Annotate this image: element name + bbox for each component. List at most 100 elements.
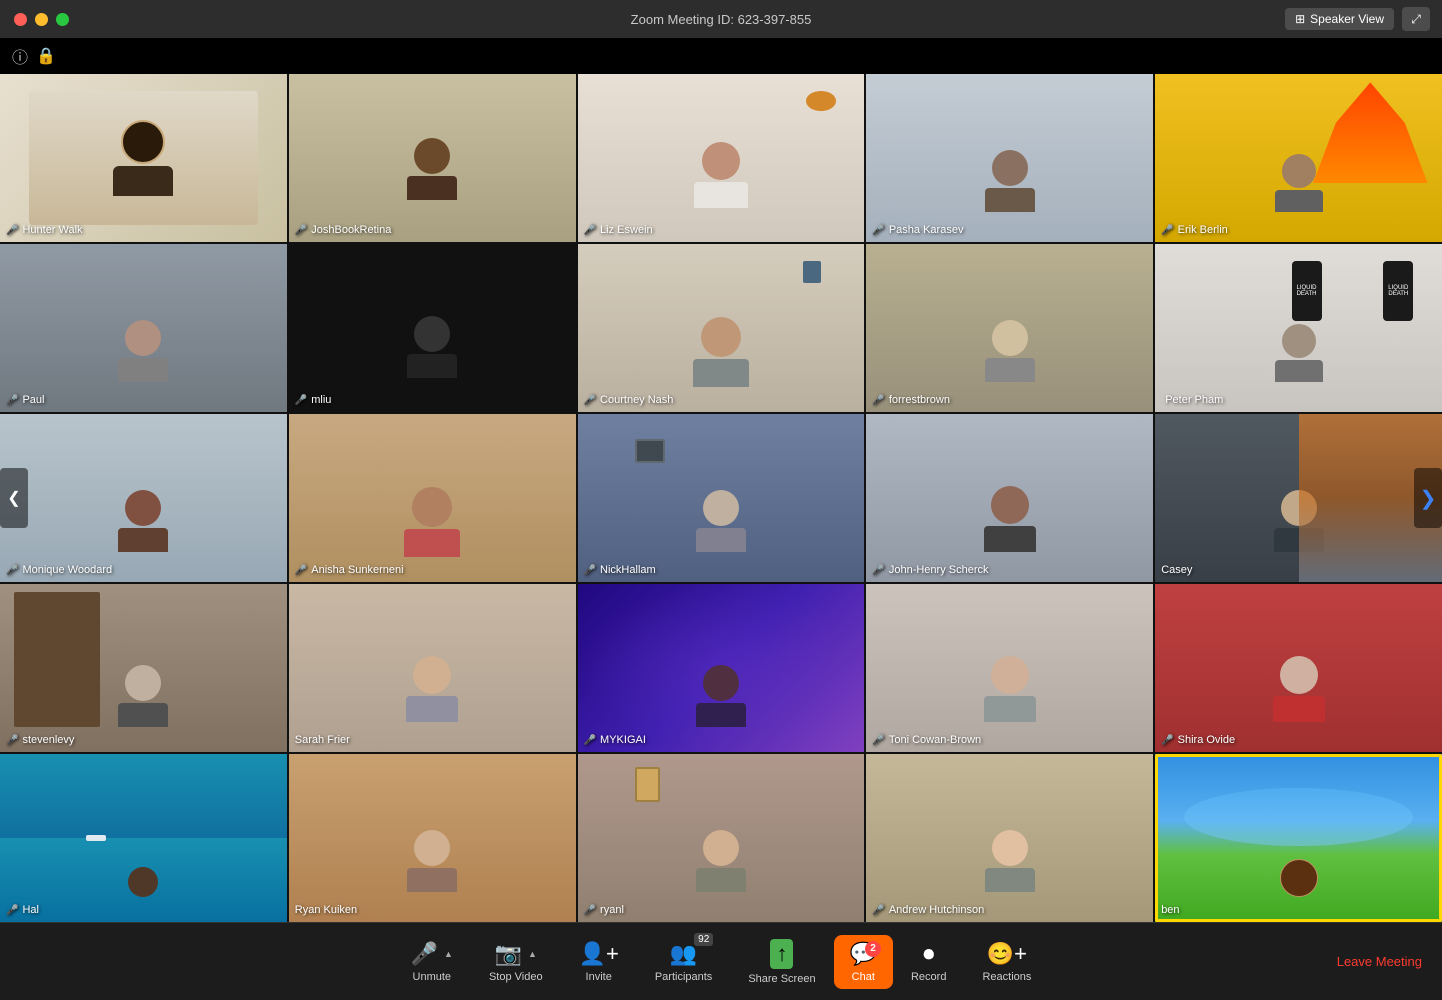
invite-icon: 👤+ [579,941,619,967]
share-screen-label: Share Screen [748,973,815,985]
close-button[interactable] [14,13,27,26]
participant-cell: 🎤 mliu [289,244,576,412]
expand-icon: ⤢ [1411,12,1421,27]
toolbar: 🎤 ▲ Unmute 📷 ▲ Stop Video 👤+ Invite 👥 92… [0,922,1442,1000]
mute-indicator: 🎤 [6,905,18,916]
participant-name: 🎤 ryanl [584,904,624,916]
leave-meeting-button[interactable]: Leave Meeting [1337,954,1422,969]
participant-name: 🎤 Monique Woodard [6,564,112,576]
unmute-label: Unmute [413,971,452,983]
participant-name: Ryan Kuiken [295,904,357,916]
minimize-button[interactable] [35,13,48,26]
mute-indicator: 🎤 [6,395,18,406]
participant-name: 🎤 Hunter Walk [6,224,83,236]
window-controls [14,13,69,26]
participant-name: 🎤 Liz Eswein [584,224,653,236]
video-icon: 📷 [495,941,522,967]
mute-indicator: 🎤 [872,395,884,406]
participant-cell: 🎤 MYKIGAI [578,584,865,752]
participant-cell: 🎤 Liz Eswein [578,74,865,242]
reactions-button[interactable]: 😊+ Reactions [964,941,1049,983]
stop-video-label: Stop Video [489,971,543,983]
mute-indicator: 🎤 [6,225,18,236]
video-caret[interactable]: ▲ [528,949,537,959]
mute-indicator: 🎤 [872,225,884,236]
reactions-icon: 😊+ [987,941,1027,967]
participant-name: 🎤 MYKIGAI [584,734,646,746]
participant-cell: 🎤 Pasha Karasev [866,74,1153,242]
prev-page-button[interactable]: ❮ [0,468,28,528]
reactions-label: Reactions [982,971,1031,983]
participant-cell: 🎤 Monique Woodard [0,414,287,582]
lock-icon: 🔒 [36,46,56,66]
fullscreen-button[interactable]: ⤢ [1402,7,1430,31]
share-screen-icon: ↑ [770,939,793,969]
mute-indicator: 🎤 [1161,735,1173,746]
info-icon: ⓘ [12,44,28,68]
participant-name: 🎤 John-Henry Scherck [872,564,988,576]
mute-indicator: 🎤 [584,905,596,916]
microphone-muted-icon: 🎤 [411,941,438,967]
participant-name: 🎤 forrestbrown [872,394,950,406]
participant-cell: 🎤 Erik Berlin [1155,74,1442,242]
participant-cell: 🎤 Hunter Walk [0,74,287,242]
participant-grid: 🎤 Hunter Walk 🎤 JoshBookRetina [0,74,1442,922]
participant-cell: 🎤 Shira Ovide [1155,584,1442,752]
info-row: ⓘ 🔒 [0,38,1442,74]
participant-name: 🎤 Hal [6,904,39,916]
participants-icon: 👥 [670,941,697,967]
participant-name: Peter Pham [1161,394,1223,406]
meeting-title: Zoom Meeting ID: 623-397-855 [631,12,812,27]
participants-button[interactable]: 👥 92 Participants [637,941,730,983]
speaker-view-label: Speaker View [1310,12,1384,26]
participant-cell: 🎤 stevenlevy [0,584,287,752]
participant-cell: 🎤 Paul [0,244,287,412]
invite-label: Invite [586,971,612,983]
record-label: Record [911,971,946,983]
speaker-view-button[interactable]: ⊞ Speaker View [1285,8,1394,30]
participant-cell: Casey [1155,414,1442,582]
participant-cell-highlighted: ben [1155,754,1442,922]
titlebar: Zoom Meeting ID: 623-397-855 ⊞ Speaker V… [0,0,1442,38]
participant-name: 🎤 Erik Berlin [1161,224,1228,236]
participant-name: 🎤 NickHallam [584,564,656,576]
unmute-caret[interactable]: ▲ [444,949,453,959]
participant-cell: Ryan Kuiken [289,754,576,922]
invite-button[interactable]: 👤+ Invite [561,941,637,983]
mute-indicator: 🎤 [295,395,307,406]
record-button[interactable]: ⏺ Record [893,941,964,983]
participant-cell: 🎤 Andrew Hutchinson [866,754,1153,922]
participant-name: 🎤 Toni Cowan-Brown [872,734,981,746]
participant-name: 🎤 Courtney Nash [584,394,674,406]
participant-name: 🎤 JoshBookRetina [295,224,392,236]
mute-indicator: 🎤 [295,225,307,236]
chat-badge: 2 [865,941,881,957]
participant-cell: 🎤 Hal [0,754,287,922]
record-icon: ⏺ [923,941,934,967]
participant-name: 🎤 mliu [295,394,332,406]
chevron-left-icon: ❮ [7,488,20,508]
chevron-right-icon: ❯ [1420,486,1437,511]
mute-indicator: 🎤 [872,905,884,916]
participant-name: 🎤 Andrew Hutchinson [872,904,984,916]
speaker-view-icon: ⊞ [1295,12,1305,26]
participant-cell: 🎤 forrestbrown [866,244,1153,412]
mute-indicator: 🎤 [584,225,596,236]
share-screen-button[interactable]: ↑ Share Screen [730,939,833,985]
participants-count: 92 [694,933,713,946]
next-page-button[interactable]: ❯ [1414,468,1442,528]
participant-name: 🎤 Shira Ovide [1161,734,1235,746]
mute-indicator: 🎤 [872,735,884,746]
maximize-button[interactable] [56,13,69,26]
participant-cell: 🎤 ryanl [578,754,865,922]
participant-name: 🎤 Pasha Karasev [872,224,963,236]
mute-indicator: 🎤 [6,735,18,746]
participant-cell: 🎤 JoshBookRetina [289,74,576,242]
unmute-button[interactable]: 🎤 ▲ Unmute [393,941,471,983]
participant-name: 🎤 Anisha Sunkerneni [295,564,404,576]
mute-indicator: 🎤 [584,395,596,406]
chat-button[interactable]: 💬 2 Chat [834,935,893,989]
stop-video-button[interactable]: 📷 ▲ Stop Video [471,941,561,983]
mute-indicator: 🎤 [295,565,307,576]
chat-label: Chat [852,971,875,983]
